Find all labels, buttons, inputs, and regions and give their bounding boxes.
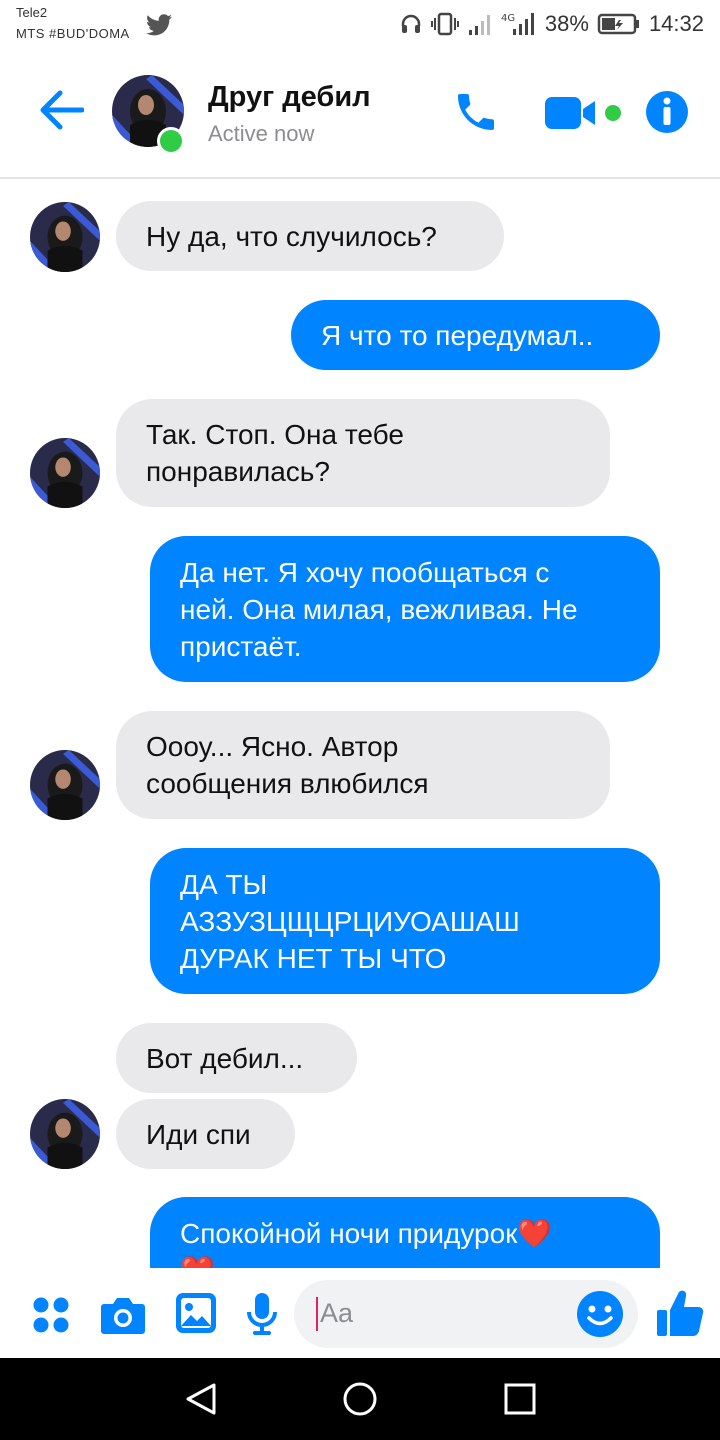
message-bubble-outgoing[interactable]: Спокойной ночи придурок❤️ ❤️: [150, 1197, 660, 1268]
message-text: Да нет. Я хочу пообщаться с: [180, 556, 550, 588]
message-bubble-incoming[interactable]: Так. Стоп. Она тебе понравилась?: [116, 399, 610, 507]
message-bubble-incoming[interactable]: Иди спи: [116, 1099, 295, 1169]
contact-name[interactable]: Друг дебил: [208, 81, 371, 114]
message-text: ❤️: [180, 1252, 630, 1268]
avatar-image: [30, 202, 100, 272]
twitter-icon: [146, 14, 172, 36]
menu-dots-icon[interactable]: [32, 1296, 70, 1334]
carrier-primary: Tele2: [16, 5, 48, 20]
status-icons: 4G 38% 14:32: [399, 10, 704, 38]
avatar-image: [30, 438, 100, 508]
emoji-icon[interactable]: [576, 1290, 624, 1338]
friend-avatar[interactable]: [30, 438, 100, 508]
message-bubble-outgoing[interactable]: Я что то передумал..: [291, 300, 660, 370]
friend-avatar[interactable]: [30, 1099, 100, 1169]
camera-icon[interactable]: [100, 1294, 146, 1336]
headset-icon: [401, 14, 421, 33]
svg-text:4G: 4G: [501, 13, 515, 24]
nav-home-icon[interactable]: [342, 1381, 378, 1417]
message-text: Спокойной ночи придурок❤️: [180, 1218, 553, 1249]
message-bubble-incoming[interactable]: Оооу... Ясно. Автор сообщения влюбился: [116, 711, 610, 819]
nav-recents-icon[interactable]: [504, 1383, 536, 1415]
friend-avatar[interactable]: [30, 202, 100, 272]
message-text: ней. Она милая, вежливая. Не: [180, 593, 578, 625]
message-text: ДУРАК НЕТ ТЫ ЧТО: [180, 942, 447, 974]
text-caret: [316, 1297, 318, 1331]
online-indicator: [157, 127, 185, 155]
message-text: АЗЗУЗЦЩЦРЦИУОАШАШ: [180, 905, 520, 937]
like-icon[interactable]: [656, 1288, 704, 1338]
conversation-header: Друг дебил Active now: [0, 55, 720, 179]
message-text: Ну да, что случилось?: [146, 220, 437, 252]
carrier-secondary: MTS #BUD'DOMA: [16, 26, 130, 41]
message-bubble-incoming[interactable]: Вот дебил...: [116, 1023, 357, 1093]
avatar-image: [30, 1099, 100, 1169]
message-text: Иди спи: [146, 1118, 251, 1150]
clock: 14:32: [648, 11, 704, 36]
video-icon[interactable]: [545, 95, 625, 131]
battery-icon: [597, 13, 639, 35]
message-input[interactable]: Aa: [294, 1280, 638, 1348]
status-bar: Tele2 MTS #BUD'DOMA 4G 38% 14:32: [0, 0, 720, 50]
message-text: пристаёт.: [180, 630, 302, 662]
nav-back-icon[interactable]: [184, 1382, 218, 1416]
message-text: понравилась?: [146, 456, 330, 487]
message-text: Так. Стоп. Она тебе: [146, 419, 404, 450]
mic-icon[interactable]: [246, 1292, 278, 1336]
active-status: Active now: [208, 121, 315, 146]
system-nav-bar: [0, 1358, 720, 1440]
message-bubble-outgoing[interactable]: ДА ТЫ АЗЗУЗЦЩЦРЦИУОАШАШ ДУРАК НЕТ ТЫ ЧТО: [150, 848, 660, 994]
phone-icon[interactable]: [452, 87, 500, 137]
message-text: ДА ТЫ: [180, 868, 268, 900]
info-icon[interactable]: [645, 90, 689, 134]
friend-avatar[interactable]: [30, 750, 100, 820]
back-arrow-icon[interactable]: [38, 89, 84, 131]
signal-1-icon: [468, 15, 490, 35]
message-bubble-incoming[interactable]: Ну да, что случилось?: [116, 201, 504, 271]
message-text: Оооу... Ясно. Автор: [146, 731, 399, 762]
gallery-icon[interactable]: [175, 1292, 217, 1334]
battery-percent: 38%: [544, 11, 589, 36]
message-text: сообщения влюбился: [146, 768, 429, 799]
message-list[interactable]: Ну да, что случилось? Я что то передумал…: [0, 178, 720, 1268]
message-bubble-outgoing[interactable]: Да нет. Я хочу пообщаться с ней. Она мил…: [150, 536, 660, 682]
input-placeholder: Aa: [320, 1298, 354, 1328]
vibrate-icon: [430, 12, 459, 36]
message-text: Я что то передумал..: [321, 319, 594, 351]
composer-bar: Aa: [0, 1268, 720, 1358]
signal-4g-icon: 4G: [501, 13, 534, 35]
message-text: Вот дебил...: [146, 1042, 304, 1074]
avatar-image: [30, 750, 100, 820]
